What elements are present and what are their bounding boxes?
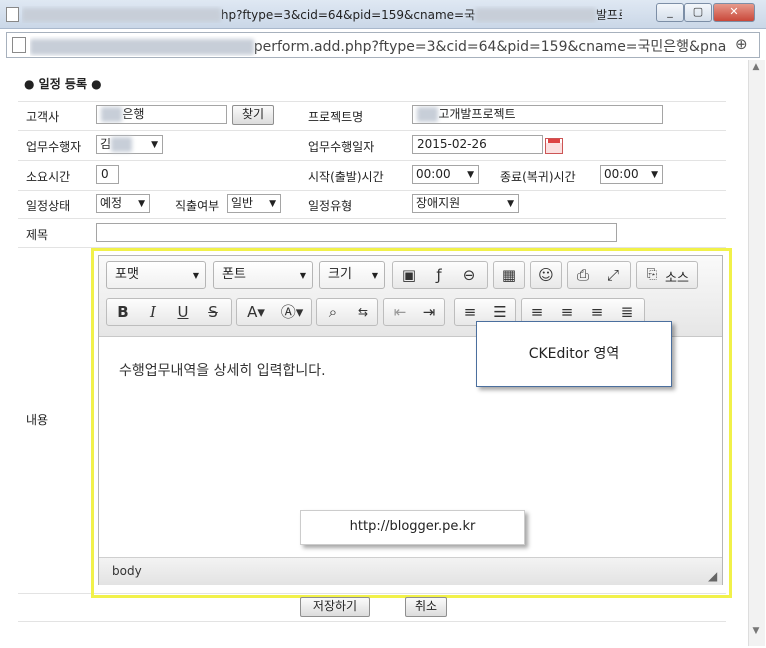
client-input[interactable]: xxx은행 xyxy=(96,105,227,124)
source-label: 소스 xyxy=(665,271,689,286)
outdent-icon[interactable]: ⇤ xyxy=(387,299,413,325)
format-combo[interactable]: 포맷 ▼ xyxy=(106,261,206,289)
address-url[interactable]: xxxxxxxxxxxxxxxxxxxxxxxxxxxperform.add.p… xyxy=(30,36,730,56)
status-select[interactable]: 예정 ▼ xyxy=(96,194,150,213)
row-divider xyxy=(18,101,726,102)
page-icon xyxy=(6,7,19,22)
dropdown-arrow-icon: ▼ xyxy=(299,271,306,280)
dropdown-arrow-icon: ▼ xyxy=(371,271,378,280)
source-icon: ⎘ xyxy=(646,267,658,282)
minimize-button[interactable]: _ xyxy=(656,3,684,22)
duration-label: 소요시간 xyxy=(26,170,71,184)
image-icon[interactable]: ▣ xyxy=(396,262,422,288)
blurred-client: xxx xyxy=(101,107,123,122)
type-select[interactable]: 장애지원 ▼ xyxy=(412,194,519,213)
direct-select[interactable]: 일반 ▼ xyxy=(227,194,281,213)
minimize-icon: _ xyxy=(667,5,673,18)
end-time-label: 종료(복귀)시간 xyxy=(500,170,576,184)
scrollbar[interactable] xyxy=(748,60,765,646)
indent-icon[interactable]: ⇥ xyxy=(416,299,442,325)
editor-footer xyxy=(99,557,722,585)
callout-box: CKEditor 영역 xyxy=(476,321,672,387)
blurred-project: xxx xyxy=(417,107,439,122)
find-button[interactable]: 찾기 xyxy=(232,105,274,125)
work-date-label: 업무수행일자 xyxy=(308,140,375,154)
zoom-icon[interactable]: ⊕ xyxy=(735,35,748,53)
row-divider xyxy=(18,218,726,219)
watermark-box: http://blogger.pe.kr xyxy=(300,510,525,545)
project-label: 프로젝트명 xyxy=(308,110,364,124)
strike-icon[interactable]: S xyxy=(200,299,226,325)
flash-icon[interactable]: ƒ xyxy=(426,262,452,288)
direct-label: 직출여부 xyxy=(175,199,220,213)
blurred-worker: xxx xyxy=(111,137,133,152)
end-time-select[interactable]: 00:00 ▼ xyxy=(600,165,663,184)
window-title: xxxxxxxxxxxxxxxxxxxxxxxxxxxxhp?ftype=3&c… xyxy=(22,6,622,23)
document-icon xyxy=(12,37,26,53)
dropdown-arrow-icon: ▼ xyxy=(507,199,514,209)
print-icon[interactable]: ⎙ xyxy=(570,262,596,288)
dropdown-arrow-icon: ▼ xyxy=(138,199,145,209)
row-divider xyxy=(18,621,726,622)
text-color-icon[interactable]: A▾ xyxy=(240,299,272,325)
start-time-select[interactable]: 00:00 ▼ xyxy=(412,165,479,184)
work-date-input[interactable]: 2015-02-26 xyxy=(412,135,543,154)
section-title: ● 일정 등록 ● xyxy=(24,77,102,91)
scroll-down-icon[interactable]: ▼ xyxy=(748,626,764,636)
size-combo[interactable]: 크기 ▼ xyxy=(319,261,385,289)
table-icon[interactable]: ▦ xyxy=(496,262,522,288)
underline-icon[interactable]: U xyxy=(170,299,196,325)
maximize-button[interactable]: ▢ xyxy=(684,3,712,22)
bold-icon[interactable]: B xyxy=(110,299,136,325)
editor-content[interactable]: 수행업무내역을 상세히 입력합니다. xyxy=(119,360,326,380)
content-label: 내용 xyxy=(26,413,49,427)
dropdown-arrow-icon: ▼ xyxy=(651,170,658,180)
dropdown-arrow-icon: ▼ xyxy=(269,199,276,209)
dropdown-arrow-icon: ▼ xyxy=(151,140,158,150)
row-divider xyxy=(18,130,726,131)
subject-label: 제목 xyxy=(26,228,49,242)
row-divider xyxy=(18,190,726,191)
element-path[interactable]: body xyxy=(112,564,142,578)
dropdown-arrow-icon: ▼ xyxy=(467,170,474,180)
close-button[interactable]: ✕ xyxy=(713,3,755,22)
type-label: 일정유형 xyxy=(308,199,353,213)
smiley-icon[interactable]: ☺ xyxy=(533,262,559,288)
blurred-title: xxxxxxxxxxxxxxxxxxxxxxxxxxxx xyxy=(22,8,221,22)
blurred-host: xxxxxxxxxxxxxxxxxxxxxxxxxxx xyxy=(30,39,254,55)
font-combo[interactable]: 폰트 ▼ xyxy=(213,261,313,289)
calendar-icon[interactable] xyxy=(545,138,563,154)
worker-select[interactable]: 김xxx▼ xyxy=(96,135,163,154)
save-button[interactable]: 저장하기 xyxy=(300,597,370,617)
close-icon: ✕ xyxy=(729,5,739,18)
bg-color-icon[interactable]: Ⓐ▾ xyxy=(276,299,308,325)
worker-label: 업무수행자 xyxy=(26,140,82,154)
row-divider xyxy=(18,160,726,161)
project-input[interactable]: xxx고개발프로젝트 xyxy=(412,105,663,124)
blurred-title-mid: xxxxxxxxxxxxxxxxx xyxy=(475,8,596,22)
maximize-icon: ▢ xyxy=(692,5,704,18)
link-icon[interactable]: ⊖ xyxy=(456,262,482,288)
scroll-up-icon[interactable]: ▲ xyxy=(748,62,764,72)
dropdown-arrow-icon: ▼ xyxy=(192,271,199,280)
subject-input[interactable] xyxy=(96,223,617,242)
client-label: 고객사 xyxy=(26,110,60,124)
maximize-editor-icon[interactable]: ⤢ xyxy=(600,262,626,288)
cancel-button[interactable]: 취소 xyxy=(405,597,447,617)
italic-icon[interactable]: I xyxy=(140,299,166,325)
replace-icon[interactable]: ⇆ xyxy=(350,299,376,325)
start-time-label: 시작(출발)시간 xyxy=(308,170,384,184)
duration-input[interactable]: 0 xyxy=(96,165,119,184)
status-label: 일정상태 xyxy=(26,199,71,213)
find-icon[interactable]: ⌕ xyxy=(320,299,346,325)
resize-handle-icon[interactable]: ◢ xyxy=(708,569,717,583)
